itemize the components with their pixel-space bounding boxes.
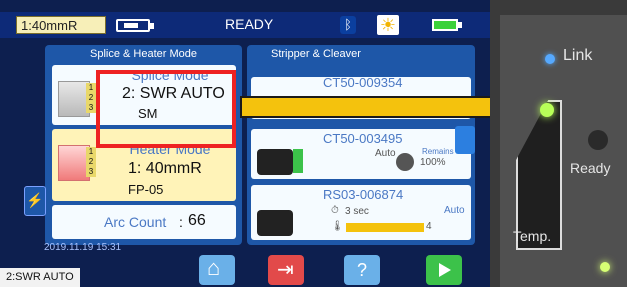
link-label: Link [563, 47, 593, 64]
battery-level-icon [432, 19, 462, 31]
arc-count-card[interactable]: Arc Count : 66 [52, 205, 236, 239]
time-value: 3 sec [345, 206, 369, 217]
start-button[interactable] [426, 255, 462, 285]
help-button[interactable]: ? [344, 255, 380, 285]
heater-mode-value: 1: 40mmR [128, 160, 202, 177]
heat-level-bar [346, 223, 424, 232]
device-code: CT50-009354 [323, 75, 403, 90]
device-code: CT50-003495 [323, 131, 403, 146]
stripper-cleaver-panel: Stripper & Cleaver CT50-009354 CT50-0034… [247, 45, 475, 245]
timer-icon: ⏱ [331, 205, 339, 216]
remains-label: Remains [422, 147, 454, 156]
ready-led-icon [600, 262, 610, 272]
device-code: RS03-006874 [323, 187, 404, 202]
home-button[interactable] [199, 255, 235, 285]
fiber-count-tag: 123 [86, 83, 96, 113]
arc-count-separator: : [179, 214, 183, 230]
arc-calibration-icon[interactable]: ⚡ [24, 186, 46, 216]
network-icon[interactable] [455, 126, 475, 154]
top-status-bar: 1:40mmR READY ᛒ ☀ [0, 12, 490, 38]
link-led-icon [545, 54, 555, 64]
left-panel-title: Splice & Heater Mode [90, 48, 197, 60]
ready-led-housing [588, 130, 608, 150]
temperature-icon: 🌡 [331, 221, 344, 232]
heater-mode-sub: FP-05 [128, 182, 164, 197]
auto-label: Auto [444, 205, 465, 216]
exit-button[interactable] [268, 255, 304, 285]
status-text: READY [225, 16, 274, 32]
ready-label: Ready [570, 160, 611, 176]
cleaver-icon [257, 149, 293, 175]
stripper-icon [257, 210, 293, 236]
cleaver-card-2[interactable]: CT50-003495 Auto Remains 100% [251, 129, 471, 179]
auto-label: Auto [375, 148, 396, 159]
current-mode-label: 2:SWR AUTO [0, 268, 80, 287]
stripper-card[interactable]: RS03-006874 Auto ⏱ 3 sec 🌡 4 [251, 185, 471, 240]
heat-level-value: 4 [426, 221, 432, 232]
brightness-icon[interactable]: ☀ [377, 15, 399, 35]
device-screen: 1:40mmR READY ᛒ ☀ Splice & Heater Mode 1… [0, 0, 490, 287]
date-time: 2019.11.19 15:31 [44, 242, 122, 253]
bluetooth-icon: ᛒ [340, 16, 356, 34]
temperature-led-icon [540, 103, 554, 117]
arc-count-value: 66 [188, 212, 206, 229]
arc-count-label: Arc Count [104, 214, 167, 230]
heater-mode-chip: 1:40mmR [16, 16, 106, 34]
splice-mode-highlight-box [96, 70, 236, 148]
right-panel-title: Stripper & Cleaver [271, 48, 361, 60]
blade-icon [396, 153, 414, 171]
battery-bar-icon [293, 149, 303, 173]
arrow-shaft [240, 96, 525, 118]
battery-plug-icon [116, 19, 154, 32]
remains-value: 100% [420, 157, 446, 168]
temp-label: Temp. [513, 228, 552, 244]
heater-count-tag: 123 [86, 147, 96, 177]
